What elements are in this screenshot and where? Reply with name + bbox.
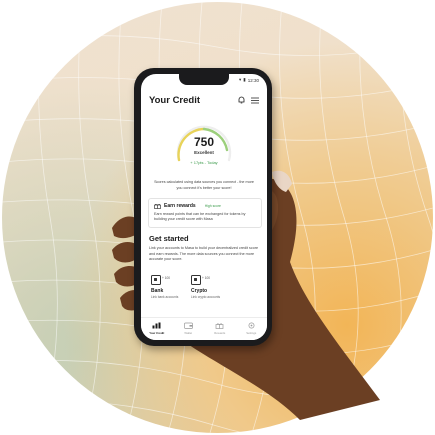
gift-icon (154, 203, 161, 209)
menu-icon[interactable] (251, 97, 259, 104)
bottom-tab-bar: Your Credit Wallet Rewards Settings (141, 317, 267, 340)
crypto-points: + 100 (202, 276, 211, 280)
tab-settings[interactable]: Settings (236, 318, 268, 340)
bank-name: Bank (151, 288, 164, 294)
crypto-account-tile[interactable]: + 100 Crypto Link crypto accounts (189, 273, 221, 305)
app-screen: ▾ ▮ 12:30 Your Credit 750 Excellent + 17… (141, 74, 267, 340)
tab-your-credit[interactable]: Your Credit (141, 318, 173, 340)
phone-notch (179, 74, 229, 85)
bell-icon[interactable] (238, 96, 245, 104)
credit-score-change: + 17pts - Today (190, 160, 218, 165)
tab-label: Rewards (214, 331, 226, 335)
credit-score-value: 750 (193, 135, 215, 149)
page-title: Your Credit (149, 94, 201, 106)
tab-label: Settings (246, 331, 257, 335)
crypto-name: Crypto (191, 288, 208, 294)
tab-wallet[interactable]: Wallet (173, 318, 205, 340)
tab-label: Wallet (184, 331, 193, 335)
gift-icon (215, 323, 224, 329)
status-bar: ▾ ▮ 12:30 (239, 77, 259, 83)
bank-account-tile[interactable]: + 100 Bank Link bank accounts (149, 273, 181, 305)
bank-subtitle: Link bank accounts (151, 295, 179, 299)
get-started-title: Get started (149, 234, 189, 243)
signal-icon: ▾ (238, 77, 242, 82)
score-note: Scores calculated using data sources you… (154, 180, 254, 190)
battery-icon: ▮ (243, 77, 246, 82)
tab-rewards[interactable]: Rewards (204, 318, 236, 340)
get-started-body: Link your accounts to Masa to build your… (149, 246, 259, 262)
bank-icon (151, 275, 161, 285)
tab-label: Your Credit (149, 331, 165, 335)
chart-icon (152, 322, 161, 329)
credit-score-rating: Excellent (194, 150, 214, 155)
crypto-subtitle: Link crypto accounts (191, 295, 221, 299)
status-time: 12:30 (247, 77, 259, 83)
app-header: Your Credit (149, 94, 259, 106)
earn-rewards-title: Earn rewards (164, 203, 196, 209)
gear-icon (248, 322, 255, 329)
crypto-icon (191, 275, 201, 285)
earn-rewards-badge: High score (204, 204, 221, 208)
wallet-icon (183, 322, 193, 329)
earn-rewards-body: Earn reward points that can be exchanged… (154, 212, 246, 222)
promo-scene: ▾ ▮ 12:30 Your Credit 750 Excellent + 17… (0, 0, 435, 435)
earn-rewards-card[interactable]: Earn rewards High score Earn reward poin… (148, 198, 262, 228)
bank-points: + 100 (162, 276, 171, 280)
